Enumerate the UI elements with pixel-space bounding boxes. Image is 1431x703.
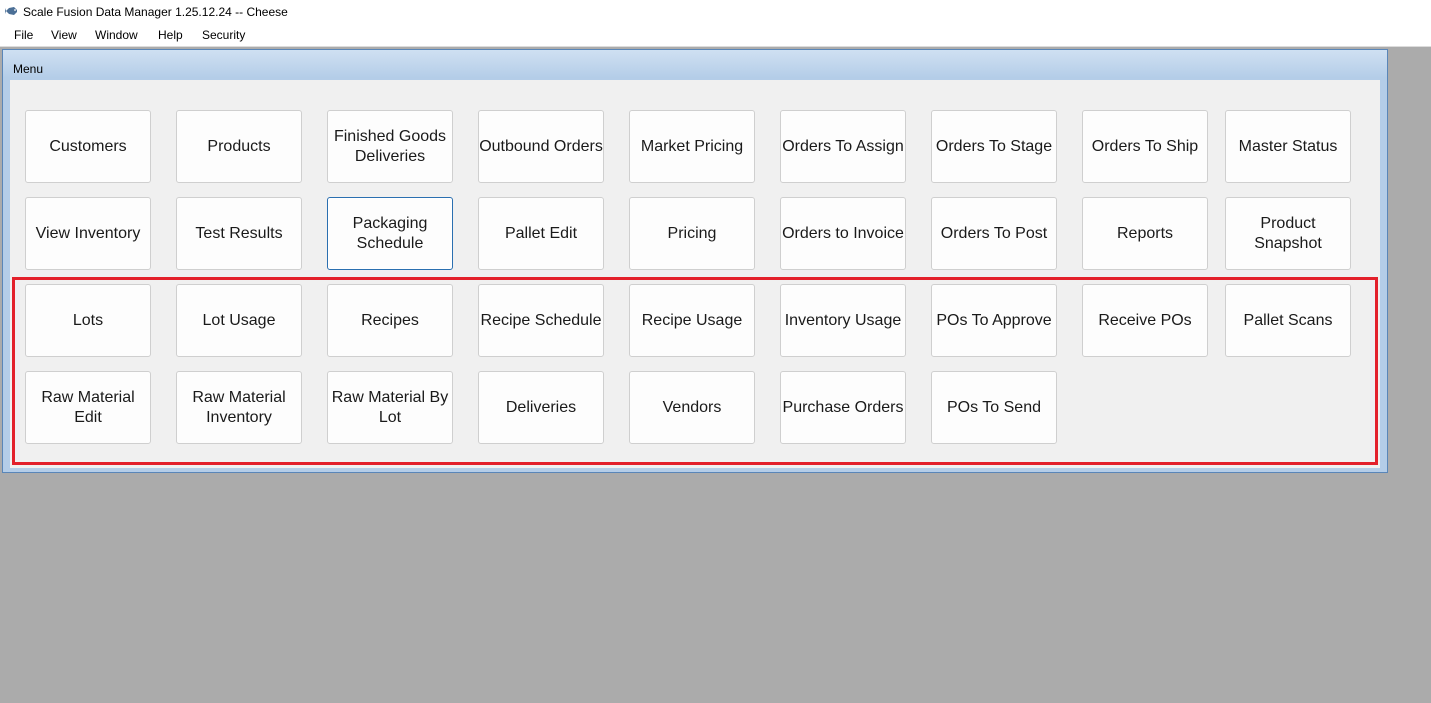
tile-label: Customers bbox=[49, 137, 127, 155]
menu-help[interactable]: Help bbox=[158, 27, 183, 43]
pos-to-approve-button[interactable]: POs To Approve bbox=[931, 284, 1057, 357]
tile-label: Raw Material Inventory bbox=[192, 388, 286, 426]
tile-label: Reports bbox=[1116, 224, 1174, 242]
recipes-button[interactable]: Recipes bbox=[327, 284, 453, 357]
lots-button[interactable]: Lots bbox=[25, 284, 151, 357]
tile-label: Market Pricing bbox=[640, 137, 744, 155]
tile-label: Purchase Orders bbox=[782, 398, 904, 416]
tile-label: Lots bbox=[72, 311, 104, 329]
tile-label: Orders To Post bbox=[940, 224, 1048, 242]
tile-label: Receive POs bbox=[1098, 311, 1192, 329]
menu-window-title: Menu bbox=[13, 62, 44, 76]
pallet-scans-button[interactable]: Pallet Scans bbox=[1225, 284, 1351, 357]
packaging-schedule-button[interactable]: Packaging Schedule bbox=[327, 197, 453, 270]
vendors-button[interactable]: Vendors bbox=[629, 371, 755, 444]
tile-label: POs To Send bbox=[947, 398, 1041, 416]
recipe-usage-button[interactable]: Recipe Usage bbox=[629, 284, 755, 357]
purchase-orders-button[interactable]: Purchase Orders bbox=[780, 371, 906, 444]
outbound-orders-button[interactable]: Outbound Orders bbox=[478, 110, 604, 183]
customers-button[interactable]: Customers bbox=[25, 110, 151, 183]
menu-security[interactable]: Security bbox=[202, 27, 245, 43]
tile-label: Packaging Schedule bbox=[352, 214, 428, 252]
product-snapshot-button[interactable]: Product Snapshot bbox=[1225, 197, 1351, 270]
tile-label: Raw Material By Lot bbox=[331, 388, 449, 426]
orders-to-assign-button[interactable]: Orders To Assign bbox=[780, 110, 906, 183]
tile-label: Test Results bbox=[195, 224, 283, 242]
lot-usage-button[interactable]: Lot Usage bbox=[176, 284, 302, 357]
products-button[interactable]: Products bbox=[176, 110, 302, 183]
tile-label: Recipe Usage bbox=[641, 311, 743, 329]
tile-label: View Inventory bbox=[35, 224, 141, 242]
test-results-button[interactable]: Test Results bbox=[176, 197, 302, 270]
tile-label: Pallet Edit bbox=[504, 224, 578, 242]
tile-label: Outbound Orders bbox=[479, 137, 603, 155]
receive-pos-button[interactable]: Receive POs bbox=[1082, 284, 1208, 357]
tile-label: Orders To Stage bbox=[935, 137, 1053, 155]
inventory-usage-button[interactable]: Inventory Usage bbox=[780, 284, 906, 357]
orders-to-stage-button[interactable]: Orders To Stage bbox=[931, 110, 1057, 183]
menu-bar: File View Window Help Security bbox=[0, 24, 1431, 47]
menu-file[interactable]: File bbox=[14, 27, 33, 43]
tile-label: Raw Material Edit bbox=[41, 388, 135, 426]
tile-label: Orders To Assign bbox=[782, 137, 904, 155]
deliveries-button[interactable]: Deliveries bbox=[478, 371, 604, 444]
market-pricing-button[interactable]: Market Pricing bbox=[629, 110, 755, 183]
tile-label: Finished Goods Deliveries bbox=[333, 127, 447, 165]
tile-label: Master Status bbox=[1238, 137, 1338, 155]
raw-material-inventory-button[interactable]: Raw Material Inventory bbox=[176, 371, 302, 444]
tile-label: Pricing bbox=[667, 224, 717, 242]
fish-icon bbox=[5, 7, 17, 15]
orders-to-ship-button[interactable]: Orders To Ship bbox=[1082, 110, 1208, 183]
recipe-schedule-button[interactable]: Recipe Schedule bbox=[478, 284, 604, 357]
tile-label: Recipes bbox=[361, 311, 419, 329]
tile-label: POs To Approve bbox=[936, 311, 1052, 329]
tile-label: Recipe Schedule bbox=[480, 311, 602, 329]
pricing-button[interactable]: Pricing bbox=[629, 197, 755, 270]
tile-label: Vendors bbox=[662, 398, 722, 416]
pallet-edit-button[interactable]: Pallet Edit bbox=[478, 197, 604, 270]
tile-label: Orders to Invoice bbox=[782, 224, 904, 242]
finished-goods-deliveries-button[interactable]: Finished Goods Deliveries bbox=[327, 110, 453, 183]
raw-material-edit-button[interactable]: Raw Material Edit bbox=[25, 371, 151, 444]
menu-view[interactable]: View bbox=[51, 27, 77, 43]
tile-label: Product Snapshot bbox=[1254, 214, 1322, 252]
view-inventory-button[interactable]: View Inventory bbox=[25, 197, 151, 270]
orders-to-invoice-button[interactable]: Orders to Invoice bbox=[780, 197, 906, 270]
master-status-button[interactable]: Master Status bbox=[1225, 110, 1351, 183]
pos-to-send-button[interactable]: POs To Send bbox=[931, 371, 1057, 444]
raw-material-by-lot-button[interactable]: Raw Material By Lot bbox=[327, 371, 453, 444]
tile-label: Lot Usage bbox=[202, 311, 276, 329]
title-bar: Scale Fusion Data Manager 1.25.12.24 -- … bbox=[0, 0, 1431, 24]
tile-label: Deliveries bbox=[505, 398, 577, 416]
orders-to-post-button[interactable]: Orders To Post bbox=[931, 197, 1057, 270]
tile-label: Orders To Ship bbox=[1091, 137, 1199, 155]
tile-label: Products bbox=[207, 137, 271, 155]
tile-label: Pallet Scans bbox=[1243, 311, 1333, 329]
reports-button[interactable]: Reports bbox=[1082, 197, 1208, 270]
window-title: Scale Fusion Data Manager 1.25.12.24 -- … bbox=[23, 5, 288, 19]
menu-window[interactable]: Window bbox=[95, 27, 138, 43]
tile-label: Inventory Usage bbox=[784, 311, 902, 329]
